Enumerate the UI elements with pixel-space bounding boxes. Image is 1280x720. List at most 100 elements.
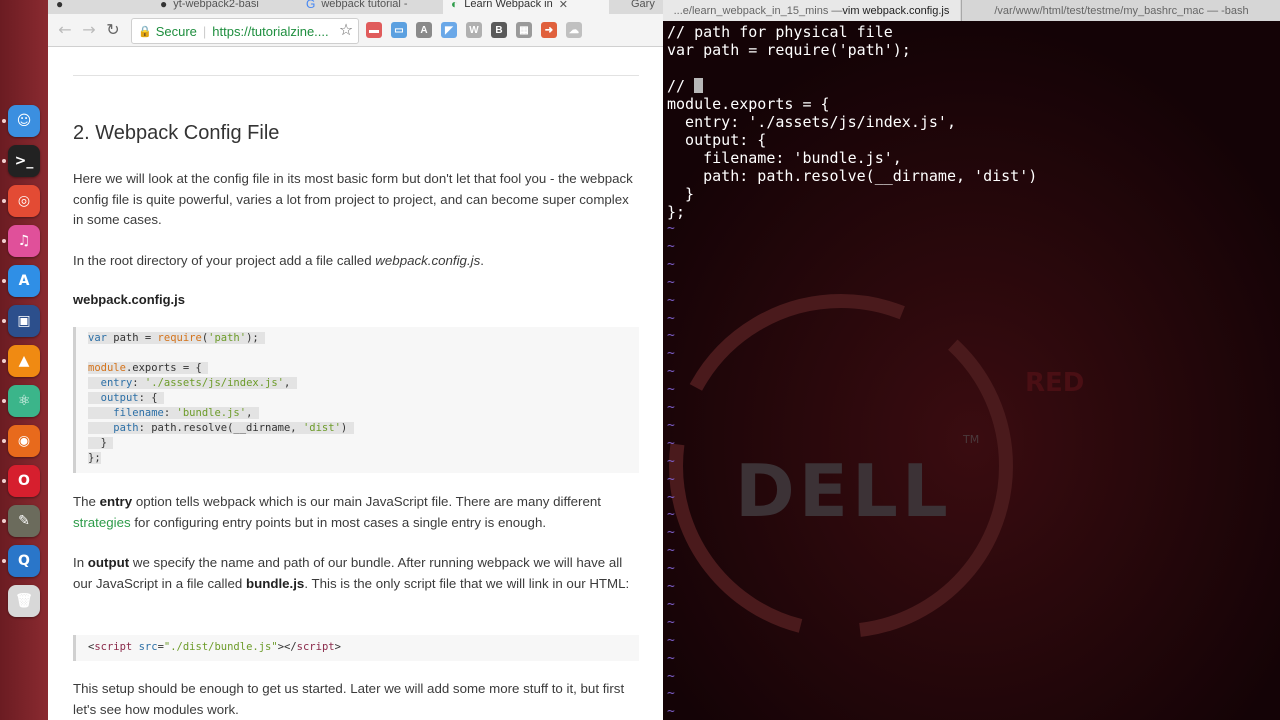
tab-path: ...e/learn_webpack_in_15_mins —	[673, 4, 843, 17]
running-indicator	[2, 439, 6, 443]
running-indicator	[2, 199, 6, 203]
ext-w-icon[interactable]: W	[466, 22, 482, 38]
trash-icon[interactable]: 🗑	[8, 585, 40, 617]
code-text: ,	[246, 407, 253, 419]
function-name: require	[157, 332, 202, 344]
running-indicator	[2, 399, 6, 403]
vlc-icon[interactable]: ▲	[8, 345, 40, 377]
running-indicator	[2, 359, 6, 363]
vim-line: }	[667, 185, 695, 203]
empty-line-tilde: ~	[667, 364, 675, 380]
atom-icon[interactable]: ⚛	[8, 385, 40, 417]
vim-line: entry: './assets/js/index.js',	[667, 113, 956, 131]
github-icon: ●	[160, 0, 168, 11]
filename-emphasis: webpack.config.js	[375, 253, 481, 268]
empty-line-tilde: ~	[667, 471, 675, 487]
keyword: entry	[100, 377, 133, 389]
vim-buffer[interactable]: DELL TM RED // path for physical file var…	[663, 21, 1280, 720]
forward-arrow-icon[interactable]: →	[80, 21, 98, 39]
terminal-tab-vim[interactable]: ...e/learn_webpack_in_15_mins — vim webp…	[663, 0, 960, 21]
code-block-webpack-config[interactable]: var path = require('path'); module.expor…	[73, 327, 639, 473]
dell-ring	[669, 294, 1013, 638]
opera-icon[interactable]: O	[8, 465, 40, 497]
html-attribute: src	[132, 641, 158, 653]
terminal-icon[interactable]: >_	[8, 145, 40, 177]
tab-label: Gary	[631, 0, 655, 10]
text: . This is the only script file that we w…	[304, 575, 630, 591]
empty-line-tilde: ~	[667, 417, 675, 433]
code-text: : path.resolve(__dirname,	[138, 422, 303, 434]
ext-b-icon[interactable]: B	[491, 22, 507, 38]
running-indicator	[2, 519, 6, 523]
empty-line-tilde: ~	[667, 507, 675, 523]
ext-arrow-icon[interactable]: ➜	[541, 22, 557, 38]
string-literal: 'dist'	[302, 422, 341, 434]
itunes-icon[interactable]: ♫	[8, 225, 40, 257]
ext-cloud-icon[interactable]: ☁	[566, 22, 582, 38]
code-block-script-tag[interactable]: <script src="./dist/bundle.js"></script>	[73, 635, 639, 661]
text: for configuring entry points but in most…	[130, 514, 547, 530]
gimp-icon[interactable]: ✎	[8, 505, 40, 537]
dock: ☺ >_ ◎ ♫ A ▣ ▲ ⚛ ◉ O ✎ Q 🗑	[0, 0, 48, 720]
ext-triangle-icon[interactable]: ◤	[441, 22, 457, 38]
ext-blue-icon[interactable]: ▭	[391, 22, 407, 38]
firefox-icon[interactable]: ◉	[8, 425, 40, 457]
empty-line-tilde: ~	[667, 579, 675, 594]
running-indicator	[2, 559, 6, 563]
tab-github-icon-only[interactable]: ●	[48, 0, 159, 14]
article-content: 2. Webpack Config File Here we will look…	[48, 47, 663, 720]
text: In the root directory of your project ad…	[73, 253, 376, 268]
strategies-link[interactable]: strategies	[73, 515, 131, 530]
address-bar[interactable]: 🔒 Secure | https://tutorialzine....	[131, 18, 359, 44]
back-arrow-icon[interactable]: ←	[56, 21, 74, 39]
virtualbox-icon[interactable]: ▣	[8, 305, 40, 337]
tab-webpack-tutorial[interactable]: G webpack tutorial -	[298, 0, 449, 14]
tab-command: vim webpack.config.js	[842, 4, 950, 17]
string-literal: 'path'	[208, 332, 247, 344]
vim-line: output: {	[667, 131, 767, 149]
ext-grid-icon[interactable]: ▦	[516, 22, 532, 38]
code-line: }	[88, 437, 114, 449]
text: In	[73, 555, 88, 570]
bookmark-star-icon[interactable]: ☆	[337, 21, 355, 39]
running-indicator	[2, 319, 6, 323]
vim-line: var path = require('path');	[667, 41, 911, 59]
chrome-icon[interactable]: ◎	[8, 185, 40, 217]
empty-line-tilde: ~	[667, 543, 675, 559]
empty-line-tilde: ~	[667, 346, 675, 362]
terminal-window: ...e/learn_webpack_in_15_mins — vim webp…	[663, 0, 1280, 720]
code-line: var path = require('path');	[88, 332, 266, 344]
empty-line-tilde: ~	[667, 400, 675, 415]
empty-line-tilde: ~	[667, 274, 675, 290]
text: option tells webpack which is our main J…	[132, 494, 601, 509]
dell-logo-text: DELL	[735, 449, 952, 533]
function-name: module	[88, 362, 126, 374]
ext-gray-a-icon[interactable]: A	[416, 22, 432, 38]
empty-line-tilde: ~	[667, 686, 675, 702]
bold-term: bundle.js	[245, 575, 305, 591]
quicktime-icon[interactable]: Q	[8, 545, 40, 577]
address-separator: |	[202, 23, 207, 39]
close-icon[interactable]: ✕	[559, 0, 568, 11]
vim-line: };	[667, 203, 686, 221]
reload-icon[interactable]: ↻	[104, 21, 122, 39]
finder-icon[interactable]: ☺	[8, 105, 40, 137]
app-store-icon[interactable]: A	[8, 265, 40, 297]
tutorialzine-icon: ◐	[451, 0, 459, 11]
ext-red-icon[interactable]: ▬	[366, 22, 382, 38]
lock-icon: 🔒	[138, 25, 152, 38]
tab-yt-webpack2[interactable]: ● yt-webpack2-basi	[152, 0, 288, 14]
empty-line-tilde: ~	[667, 704, 675, 720]
paragraph-output: In output we specify the name and path o…	[73, 553, 633, 594]
browser-toolbar: ← → ↻ 🔒 Secure | https://tutorialzine...…	[48, 14, 663, 47]
tab-learn-webpack[interactable]: ◐ Learn Webpack in ✕	[443, 0, 609, 14]
empty-line-tilde: ~	[667, 435, 675, 451]
html-tag: script	[296, 641, 335, 653]
empty-line-tilde: ~	[667, 632, 675, 648]
terminal-tab-bash[interactable]: /var/www/html/test/testme/my_bashrc_mac …	[961, 0, 1280, 21]
browser-tab-strip: ● ● yt-webpack2-basi G webpack tutorial …	[48, 0, 663, 14]
secure-label: Secure	[155, 23, 197, 39]
vim-line: // path for physical file	[667, 23, 893, 41]
empty-line-tilde: ~	[667, 221, 675, 236]
tab-user[interactable]: Gary	[623, 0, 663, 14]
